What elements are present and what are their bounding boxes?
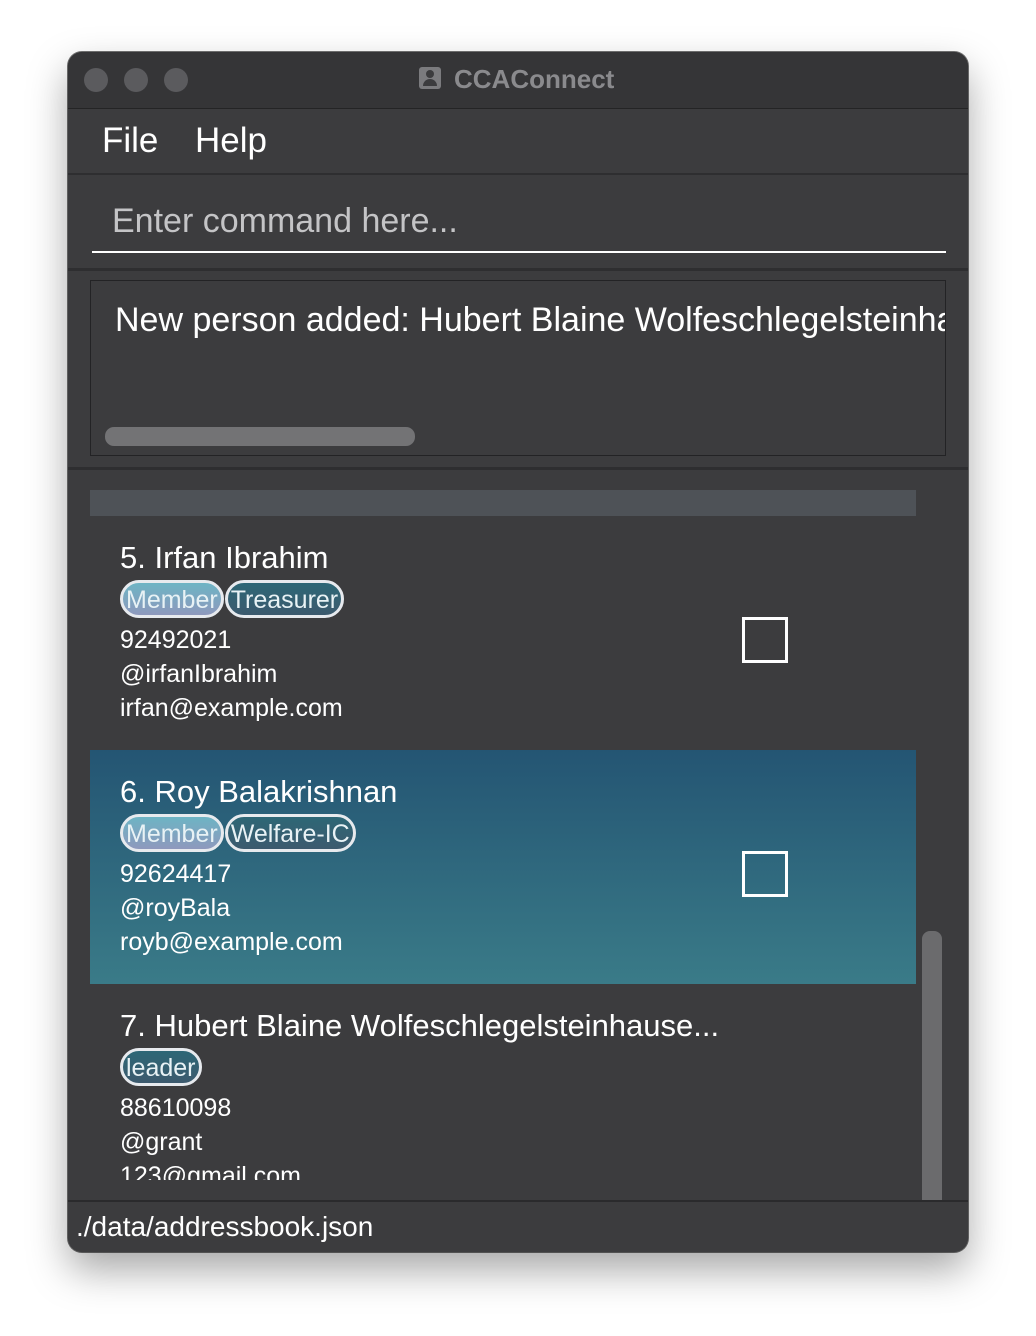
minimize-window-button[interactable]	[124, 68, 148, 92]
person-checkbox[interactable]	[742, 617, 788, 663]
list-header	[90, 490, 916, 516]
person-telegram: @irfanIbrahim	[120, 660, 278, 688]
title-bar[interactable]: CCAConnect	[68, 52, 968, 109]
command-box	[68, 175, 968, 271]
save-file-path: ./data/addressbook.json	[76, 1211, 374, 1242]
person-telegram: @grant	[120, 1128, 203, 1156]
person-card-icon	[419, 67, 441, 89]
tag-badge: Welfare-IC	[224, 814, 356, 852]
zoom-window-button[interactable]	[164, 68, 188, 92]
close-window-button[interactable]	[84, 68, 108, 92]
person-tags: leader	[120, 1048, 203, 1090]
person-name: 6. Roy Balakrishnan	[120, 774, 398, 809]
person-checkbox[interactable]	[742, 851, 788, 897]
person-email: irfan@example.com	[120, 694, 343, 722]
tag-badge: Member	[120, 580, 224, 618]
app-window: CCAConnect File Help New person added: H…	[68, 52, 968, 1252]
window-title: CCAConnect	[454, 64, 615, 94]
command-input[interactable]	[92, 191, 946, 253]
menu-help[interactable]: Help	[195, 121, 267, 161]
person-tags: Member Treasurer	[120, 580, 345, 622]
person-phone: 88610098	[120, 1094, 232, 1122]
menu-file[interactable]: File	[102, 121, 158, 161]
person-card[interactable]: 5. Irfan Ibrahim Member Treasurer 924920…	[90, 516, 916, 750]
person-email: royb@example.com	[120, 928, 343, 956]
person-list[interactable]: 5. Irfan Ibrahim Member Treasurer 924920…	[90, 490, 916, 1180]
result-display: New person added: Hubert Blaine Wolfesch…	[90, 280, 946, 456]
person-name: 5. Irfan Ibrahim	[120, 540, 329, 575]
person-phone: 92492021	[120, 626, 232, 654]
person-phone: 92624417	[120, 860, 232, 888]
tag-badge: leader	[120, 1048, 202, 1086]
menu-bar: File Help	[68, 109, 968, 175]
person-email: 123@gmail.com	[120, 1162, 302, 1180]
result-display-panel: New person added: Hubert Blaine Wolfesch…	[68, 271, 968, 470]
tag-badge: Treasurer	[224, 580, 345, 618]
person-tags: Member Welfare-IC	[120, 814, 357, 856]
list-vertical-scrollbar[interactable]	[922, 931, 942, 1208]
person-list-panel: 5. Irfan Ibrahim Member Treasurer 924920…	[68, 470, 968, 1208]
result-horizontal-scrollbar[interactable]	[105, 427, 415, 446]
person-name: 7. Hubert Blaine Wolfeschlegelsteinhause…	[120, 1008, 720, 1043]
person-card[interactable]: 7. Hubert Blaine Wolfeschlegelsteinhause…	[90, 984, 916, 1180]
tag-badge: Member	[120, 814, 224, 852]
person-telegram: @royBala	[120, 894, 231, 922]
result-message: New person added: Hubert Blaine Wolfesch…	[115, 301, 945, 339]
status-bar: ./data/addressbook.json	[68, 1200, 968, 1252]
person-card-selected[interactable]: 6. Roy Balakrishnan Member Welfare-IC 92…	[90, 750, 916, 984]
